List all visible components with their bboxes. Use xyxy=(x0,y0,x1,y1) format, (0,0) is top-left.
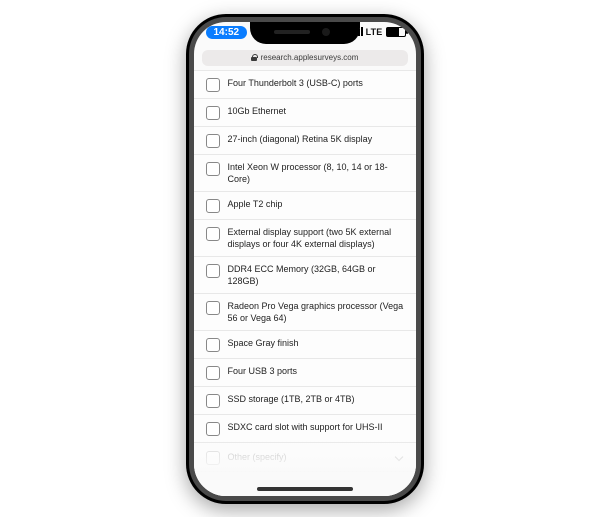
checkbox[interactable] xyxy=(206,227,220,241)
option-label: Apple T2 chip xyxy=(228,198,283,210)
checkbox[interactable] xyxy=(206,301,220,315)
survey-option[interactable]: 10Gb Ethernet xyxy=(194,99,416,127)
lock-icon xyxy=(251,54,257,61)
status-time-pill: 14:52 xyxy=(206,26,248,39)
survey-option[interactable]: SDXC card slot with support for UHS-II xyxy=(194,415,416,443)
survey-option[interactable]: Four Thunderbolt 3 (USB-C) ports xyxy=(194,70,416,99)
phone-notch xyxy=(250,22,360,44)
checkbox[interactable] xyxy=(206,106,220,120)
other-label: Other (specify) xyxy=(228,452,287,462)
chevron-down-icon xyxy=(394,452,404,462)
option-label: 10Gb Ethernet xyxy=(228,105,287,117)
survey-content: Four Thunderbolt 3 (USB-C) ports 10Gb Et… xyxy=(194,70,416,496)
home-indicator[interactable] xyxy=(257,487,353,491)
browser-address-bar[interactable]: research.applesurveys.com xyxy=(202,50,408,66)
battery-icon xyxy=(386,27,406,37)
checkbox[interactable] xyxy=(206,78,220,92)
checkbox[interactable] xyxy=(206,451,220,465)
checkbox[interactable] xyxy=(206,422,220,436)
checkbox[interactable] xyxy=(206,366,220,380)
option-label: External display support (two 5K externa… xyxy=(228,226,404,250)
next-label: Next xyxy=(294,493,315,496)
option-label: 27-inch (diagonal) Retina 5K display xyxy=(228,133,373,145)
checkbox[interactable] xyxy=(206,162,220,176)
survey-option[interactable]: 27-inch (diagonal) Retina 5K display xyxy=(194,127,416,155)
option-label: Radeon Pro Vega graphics processor (Vega… xyxy=(228,300,404,324)
survey-option[interactable]: Intel Xeon W processor (8, 10, 14 or 18-… xyxy=(194,155,416,192)
option-label: DDR4 ECC Memory (32GB, 64GB or 128GB) xyxy=(228,263,404,287)
survey-option[interactable]: DDR4 ECC Memory (32GB, 64GB or 128GB) xyxy=(194,257,416,294)
survey-option[interactable]: Radeon Pro Vega graphics processor (Vega… xyxy=(194,294,416,331)
survey-option[interactable]: Space Gray finish xyxy=(194,331,416,359)
phone-frame: 14:52 LTE research.applesurveys.com Four… xyxy=(186,14,424,504)
checkbox[interactable] xyxy=(206,199,220,213)
option-label: SSD storage (1TB, 2TB or 4TB) xyxy=(228,393,355,405)
option-label: Intel Xeon W processor (8, 10, 14 or 18-… xyxy=(228,161,404,185)
survey-option[interactable]: Four USB 3 ports xyxy=(194,359,416,387)
network-label: LTE xyxy=(366,27,383,37)
checkbox[interactable] xyxy=(206,394,220,408)
option-label: Four Thunderbolt 3 (USB-C) ports xyxy=(228,77,363,89)
survey-option[interactable]: Apple T2 chip xyxy=(194,192,416,220)
option-label: Four USB 3 ports xyxy=(228,365,298,377)
survey-option[interactable]: External display support (two 5K externa… xyxy=(194,220,416,257)
checkbox[interactable] xyxy=(206,134,220,148)
checkbox[interactable] xyxy=(206,338,220,352)
address-host: research.applesurveys.com xyxy=(261,53,359,62)
phone-screen: 14:52 LTE research.applesurveys.com Four… xyxy=(194,22,416,496)
option-label: SDXC card slot with support for UHS-II xyxy=(228,421,383,433)
other-specify-row[interactable]: Other (specify) xyxy=(194,443,416,472)
survey-option[interactable]: SSD storage (1TB, 2TB or 4TB) xyxy=(194,387,416,415)
option-label: Space Gray finish xyxy=(228,337,299,349)
checkbox[interactable] xyxy=(206,264,220,278)
